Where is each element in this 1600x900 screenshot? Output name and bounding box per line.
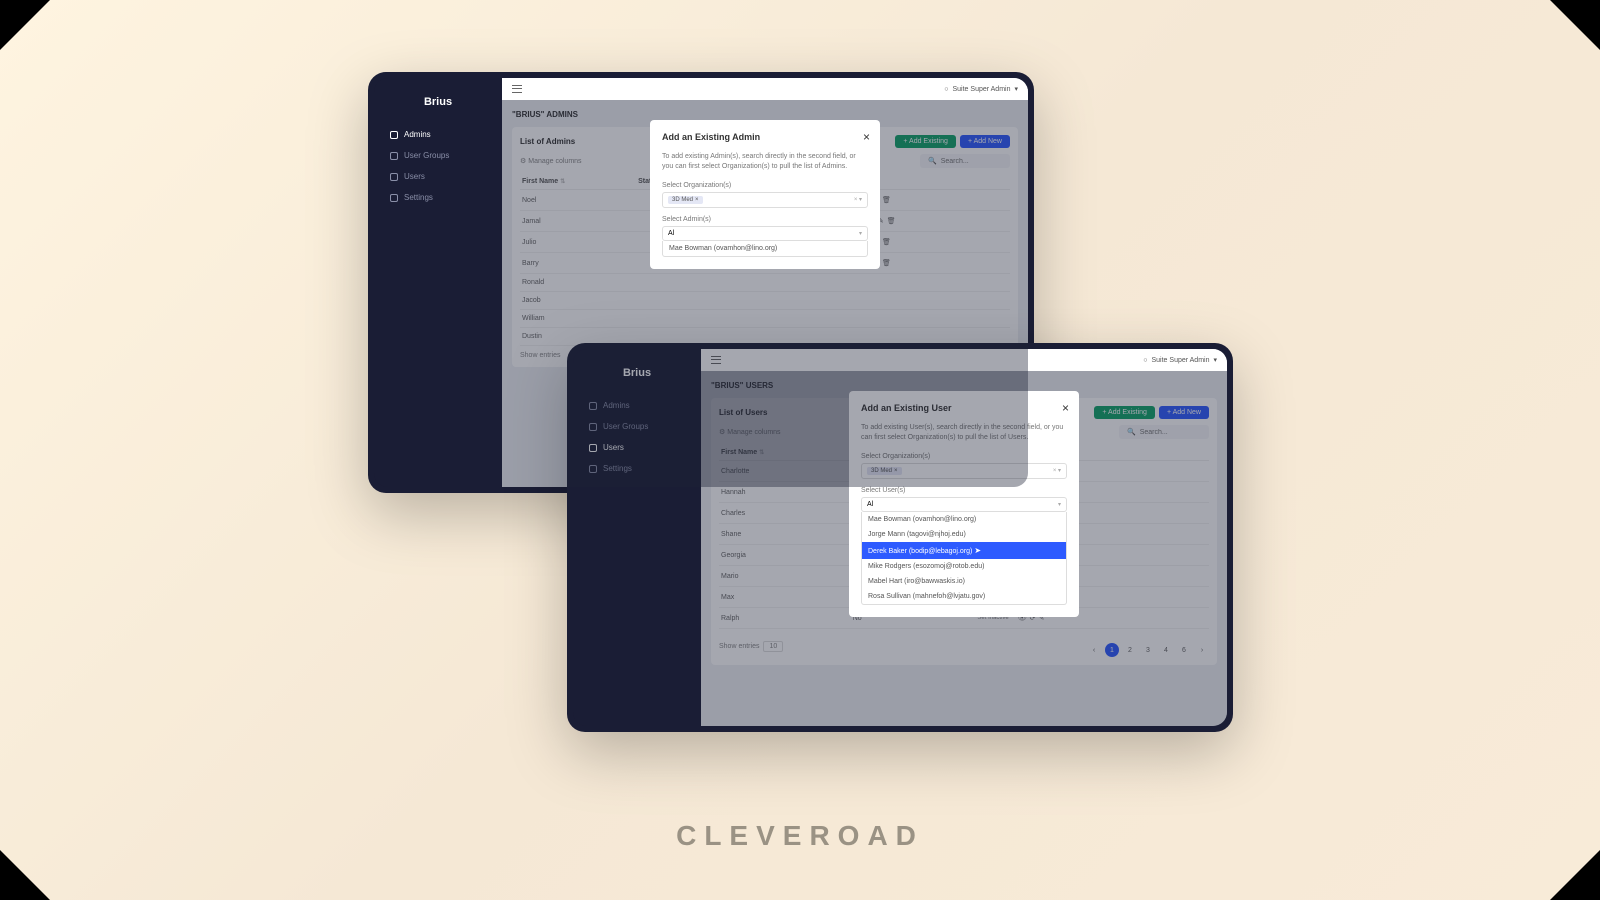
sidebar-item-user-groups[interactable]: User Groups: [380, 145, 496, 166]
sidebar: Brius Admins User Groups Users Settings: [374, 78, 502, 487]
admins-icon: [390, 131, 398, 139]
dropdown-option[interactable]: Mabel Hart (iro@bawwaskis.io): [862, 574, 1066, 589]
org-label: Select Organization(s): [662, 182, 868, 189]
brand-logo: Brius: [374, 90, 502, 124]
user-menu[interactable]: ○Suite Super Admin▾: [1143, 356, 1217, 364]
sidebar-item-users[interactable]: Users: [380, 166, 496, 187]
decor-corner: [0, 850, 50, 900]
topbar: ○Suite Super Admin▾: [502, 78, 1028, 100]
sidebar-item-label: Settings: [404, 193, 433, 202]
user-menu[interactable]: ○Suite Super Admin▾: [944, 85, 1018, 93]
dropdown-option[interactable]: Mae Bowman (ovamhon@lino.org): [862, 512, 1066, 527]
sidebar-item-label: Admins: [404, 130, 431, 139]
dropdown-option[interactable]: Derek Baker (bodip@lebagoj.org) ➤: [862, 542, 1066, 559]
add-existing-admin-modal: Add an Existing Admin × To add existing …: [650, 120, 880, 269]
org-select[interactable]: 3D Med × × ▾: [662, 192, 868, 208]
admin-dropdown: Mae Bowman (ovamhon@lino.org): [662, 241, 868, 257]
sidebar-item-label: Users: [404, 172, 425, 181]
user-groups-icon: [390, 152, 398, 160]
settings-icon: [390, 194, 398, 202]
sidebar-item-label: User Groups: [404, 151, 449, 160]
dropdown-option[interactable]: Rosa Sullivan (mahnefoh@lvjatu.gov): [862, 589, 1066, 604]
users-icon: [390, 173, 398, 181]
modal-description: To add existing Admin(s), search directl…: [662, 152, 868, 172]
dropdown-option[interactable]: Jorge Mann (tagovi@njhoj.edu): [862, 527, 1066, 542]
user-dropdown: Mae Bowman (ovamhon@lino.org)Jorge Mann …: [861, 512, 1067, 605]
admin-label: Select Admin(s): [662, 216, 868, 223]
dropdown-option[interactable]: Mike Rodgers (esozomoj@rotob.edu): [862, 559, 1066, 574]
user-select[interactable]: Al ▾: [861, 497, 1067, 512]
decor-corner: [1550, 0, 1600, 50]
decor-corner: [0, 0, 50, 50]
sidebar-item-admins[interactable]: Admins: [380, 124, 496, 145]
close-icon[interactable]: ×: [1062, 401, 1069, 415]
modal-overlay: Add an Existing Admin × To add existing …: [502, 100, 1028, 487]
decor-corner: [1550, 850, 1600, 900]
device-frame-admins: Brius Admins User Groups Users Settings ○Su…: [368, 72, 1034, 493]
user-label: Select User(s): [861, 487, 1067, 494]
watermark: CLEVEROAD: [676, 820, 924, 852]
close-icon[interactable]: ×: [863, 130, 870, 144]
admin-select[interactable]: Al ▾: [662, 226, 868, 241]
dropdown-option[interactable]: Mae Bowman (ovamhon@lino.org): [663, 241, 867, 256]
menu-icon[interactable]: [512, 85, 522, 93]
modal-title: Add an Existing Admin: [662, 132, 868, 142]
org-chip: 3D Med ×: [668, 196, 703, 204]
sidebar-item-settings[interactable]: Settings: [380, 187, 496, 208]
